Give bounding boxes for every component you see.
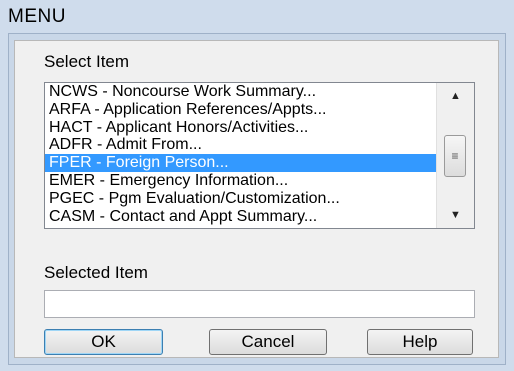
list-item[interactable]: HACT - Applicant Honors/Activities... xyxy=(45,119,436,137)
scroll-up-icon[interactable]: ▲ xyxy=(437,85,474,107)
cancel-button[interactable]: Cancel xyxy=(209,329,327,355)
list-item[interactable]: CASM - Contact and Appt Summary... xyxy=(45,208,436,226)
list-item[interactable]: ARFA - Application References/Appts... xyxy=(45,101,436,119)
list-items: NCWS - Noncourse Work Summary... ARFA - … xyxy=(45,83,436,225)
list-item[interactable]: NCWS - Noncourse Work Summary... xyxy=(45,83,436,101)
list-item[interactable]: ADFR - Admit From... xyxy=(45,136,436,154)
scroll-down-icon[interactable]: ▼ xyxy=(437,204,474,226)
list-item[interactable]: EMER - Emergency Information... xyxy=(45,172,436,190)
list-scrollbar[interactable]: ▲ ≡ ▼ xyxy=(436,83,474,228)
list-item-selected[interactable]: FPER - Foreign Person... xyxy=(45,154,436,172)
select-item-label: Select Item xyxy=(44,52,130,71)
help-button[interactable]: Help xyxy=(367,329,473,355)
selected-item-field[interactable] xyxy=(44,290,475,318)
list-item[interactable]: PGEC - Pgm Evaluation/Customization... xyxy=(45,190,436,208)
ok-button[interactable]: OK xyxy=(44,329,163,355)
item-listbox[interactable]: NCWS - Noncourse Work Summary... ARFA - … xyxy=(44,82,475,229)
window-title: MENU xyxy=(8,6,66,27)
selected-item-label: Selected Item xyxy=(44,263,148,282)
scroll-thumb[interactable]: ≡ xyxy=(444,135,466,177)
